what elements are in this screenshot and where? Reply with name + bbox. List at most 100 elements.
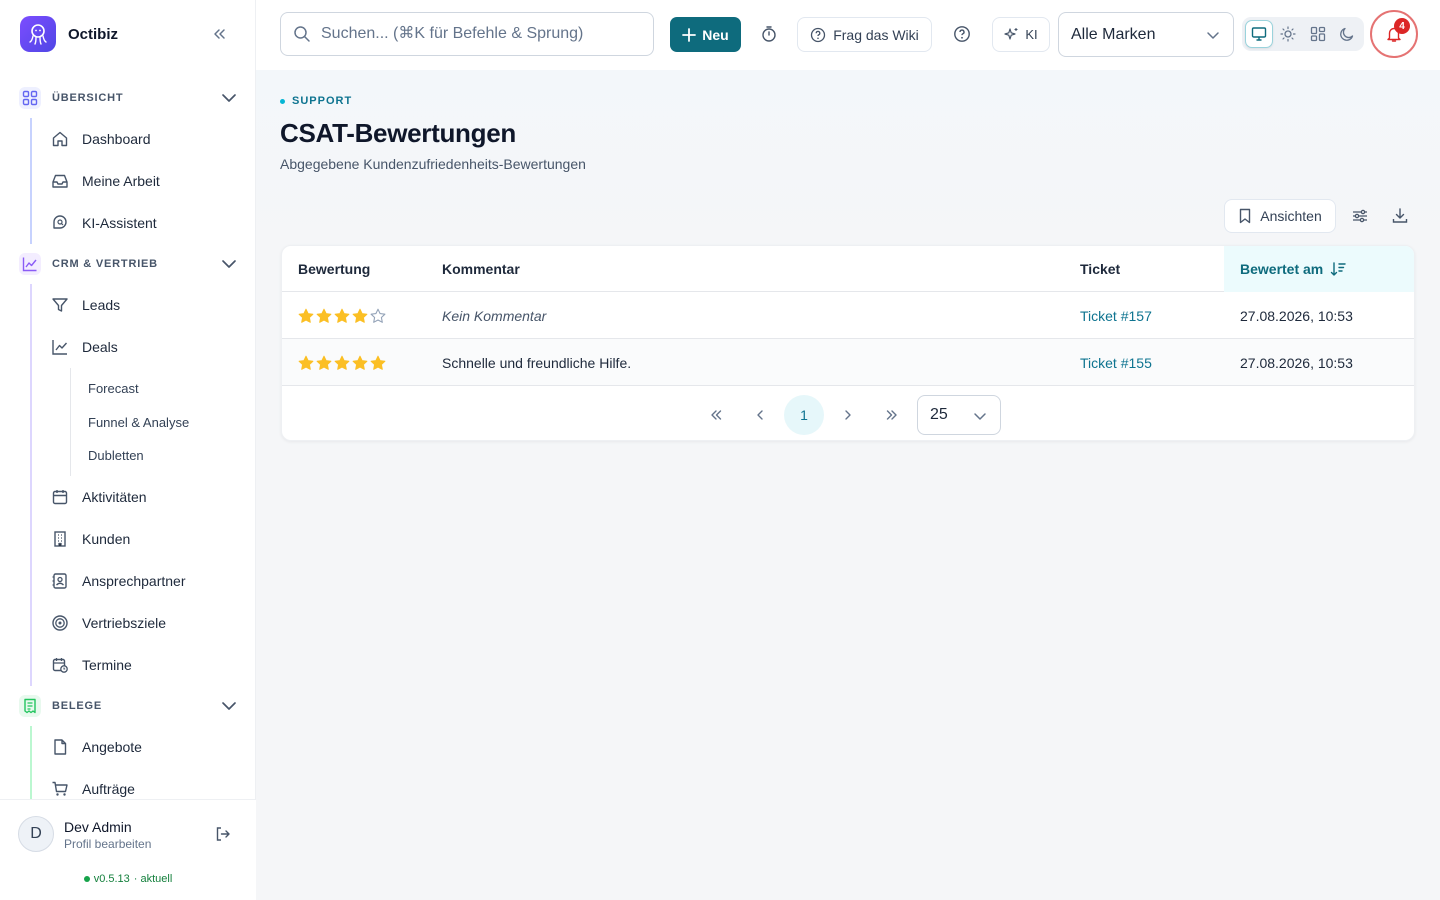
group-uebersicht: Dashboard Meine Arbeit KI-Assistent (30, 118, 256, 244)
section-uebersicht[interactable]: ÜBERSICHT (0, 78, 256, 118)
sidebar: Octibiz ÜBERSICHT Dashboard Meine Arbeit (0, 0, 256, 900)
sidebar-item-ki-assistent[interactable]: KI-Assistent (32, 202, 256, 244)
sidebar-item-vertriebsziele[interactable]: Vertriebsziele (32, 602, 256, 644)
star-filled-icon (334, 355, 350, 370)
csat-table: Bewertung Kommentar Ticket Bewertet am K… (281, 245, 1415, 441)
chevron-down-icon[interactable] (220, 697, 238, 715)
ticket-link[interactable]: Ticket #155 (1080, 339, 1152, 386)
star-rating (298, 355, 386, 371)
rated-at-cell: 27.08.2026, 10:53 (1240, 354, 1353, 371)
version-number: v0.5.13 (93, 873, 130, 885)
star-filled-icon (298, 308, 314, 323)
chart-line-icon (52, 340, 68, 355)
rating-cell (298, 292, 386, 339)
receipt-icon (19, 694, 41, 717)
edit-profile-link[interactable]: Profil bearbeiten (64, 837, 151, 851)
section-belege[interactable]: BELEGE (0, 686, 256, 726)
moon-icon[interactable] (1334, 20, 1361, 48)
eyebrow-label: SUPPORT (292, 95, 353, 107)
contact-card-icon (52, 572, 67, 589)
rating-cell (298, 339, 386, 386)
column-header-rated-at[interactable]: Bewertet am (1224, 246, 1414, 292)
chevron-down-icon[interactable] (220, 89, 238, 107)
table-row[interactable]: Schnelle und freundliche Hilfe. Ticket #… (282, 339, 1414, 386)
star-filled-icon (334, 308, 350, 323)
download-icon[interactable] (1390, 206, 1410, 226)
sidebar-item-label: Angebote (82, 738, 142, 755)
ki-button[interactable]: KI (992, 17, 1050, 52)
sidebar-item-label: Aufträge (82, 780, 135, 797)
pagination: 1 25 (282, 387, 1414, 440)
sidebar-subitem-funnel-analyse[interactable]: Funnel & Analyse (71, 406, 256, 440)
star-filled-icon (352, 355, 368, 370)
sidebar-subitem-forecast[interactable]: Forecast (71, 372, 256, 406)
sidebar-subitem-dubletten[interactable]: Dubletten (71, 439, 256, 473)
chevron-down-icon[interactable] (220, 255, 238, 273)
group-crm-vertrieb: Leads Deals Forecast Funnel & Analyse Du… (30, 284, 256, 686)
sidebar-item-label: Meine Arbeit (82, 173, 160, 189)
comment-cell: Schnelle und freundliche Hilfe. (442, 354, 632, 371)
plus-icon (682, 27, 697, 42)
page-title: CSAT-Bewertungen (280, 118, 516, 148)
brand-filter-select[interactable]: Alle Marken (1058, 12, 1234, 57)
timer-icon[interactable] (754, 19, 784, 49)
sun-icon[interactable] (1275, 20, 1302, 48)
chevron-down-icon (974, 413, 986, 420)
sidebar-item-angebote[interactable]: Angebote (32, 726, 256, 768)
column-header-ticket[interactable]: Ticket (1080, 246, 1220, 292)
sidebar-item-label: Dashboard (82, 131, 151, 147)
ticket-link[interactable]: Ticket #157 (1080, 292, 1152, 339)
star-filled-icon (316, 308, 332, 323)
star-filled-icon (316, 355, 332, 370)
last-page-icon[interactable] (872, 395, 912, 435)
sidebar-item-ansprechpartner[interactable]: Ansprechpartner (32, 560, 256, 602)
column-header-comment[interactable]: Kommentar (442, 246, 1042, 292)
sidebar-item-deals[interactable]: Deals (32, 326, 256, 368)
notifications-button[interactable]: 4 (1370, 10, 1418, 58)
search-input[interactable] (321, 25, 641, 43)
first-page-icon[interactable] (696, 395, 736, 435)
table-row[interactable]: Kein Kommentar Ticket #157 27.08.2026, 1… (282, 292, 1414, 339)
brand[interactable]: Octibiz (20, 16, 236, 52)
monitor-icon[interactable] (1245, 20, 1273, 48)
calendar-icon (52, 489, 68, 504)
funnel-icon (52, 298, 68, 312)
deals-subgroup: Forecast Funnel & Analyse Dubletten (70, 368, 256, 476)
sidebar-item-termine[interactable]: Termine (32, 644, 256, 686)
sidebar-item-leads[interactable]: Leads (32, 284, 256, 326)
version-status: · aktuell (133, 873, 173, 885)
bookmark-icon (1240, 208, 1251, 224)
app-name: Octibiz (68, 25, 119, 43)
column-header-rating[interactable]: Bewertung (298, 246, 438, 292)
previous-page-icon[interactable] (740, 395, 780, 435)
sliders-icon[interactable] (1350, 206, 1370, 226)
avatar[interactable]: D (18, 816, 54, 852)
sidebar-item-label: Aktivitäten (82, 488, 147, 505)
sidebar-nav: ÜBERSICHT Dashboard Meine Arbeit KI-Assi… (0, 78, 256, 810)
star-filled-icon (298, 355, 314, 370)
layout-grid-icon[interactable] (1304, 20, 1331, 48)
page-button-current[interactable]: 1 (784, 395, 824, 435)
sidebar-item-aktivitaeten[interactable]: Aktivitäten (32, 476, 256, 518)
status-dot-icon (83, 876, 90, 882)
collapse-sidebar-icon[interactable] (210, 25, 228, 43)
section-crm-vertrieb[interactable]: CRM & VERTRIEB (0, 244, 256, 284)
views-button[interactable]: Ansichten (1224, 199, 1336, 233)
theme-switcher (1242, 17, 1364, 51)
page-size-select[interactable]: 25 (917, 395, 1001, 435)
new-button[interactable]: Neu (670, 17, 741, 52)
home-icon (52, 131, 68, 147)
sidebar-item-label: KI-Assistent (82, 215, 157, 231)
user-name[interactable]: Dev Admin (64, 819, 132, 835)
sidebar-item-meine-arbeit[interactable]: Meine Arbeit (32, 160, 256, 202)
chevron-down-icon (1207, 32, 1219, 39)
star-rating (298, 308, 386, 324)
help-icon[interactable] (947, 19, 977, 49)
logout-icon[interactable] (214, 825, 232, 843)
search-box[interactable] (280, 12, 654, 56)
sidebar-item-kunden[interactable]: Kunden (32, 518, 256, 560)
group-belege: Angebote Aufträge (30, 725, 256, 810)
ask-wiki-button[interactable]: Frag das Wiki (797, 17, 932, 52)
sidebar-item-dashboard[interactable]: Dashboard (32, 118, 256, 160)
next-page-icon[interactable] (828, 395, 868, 435)
